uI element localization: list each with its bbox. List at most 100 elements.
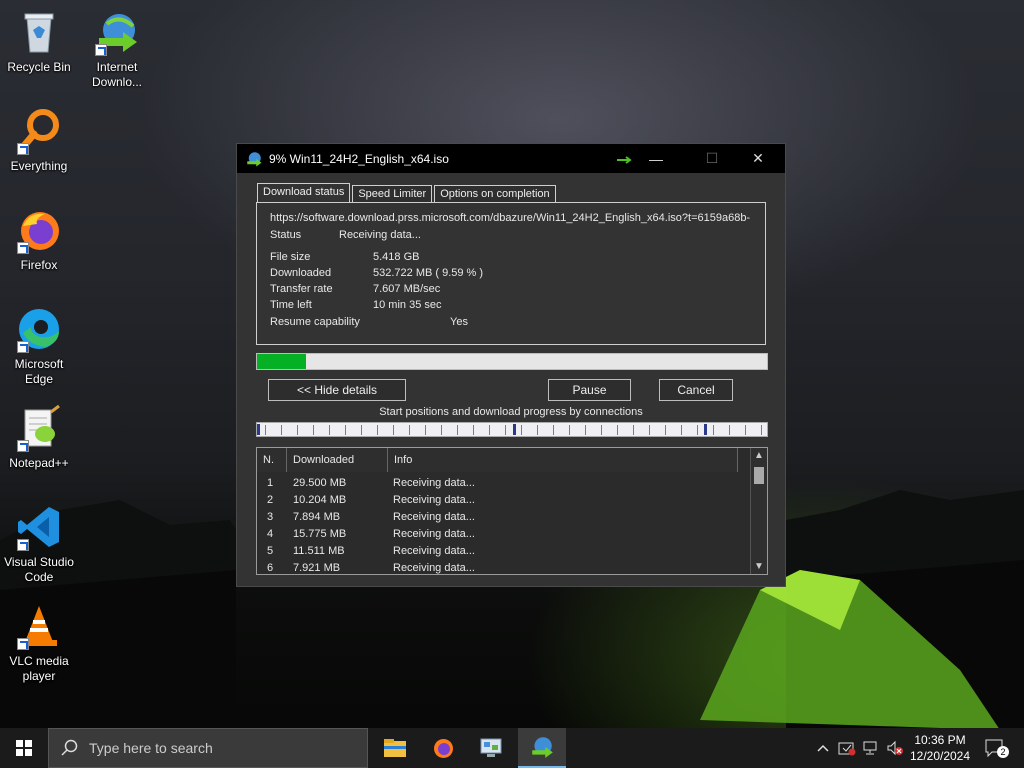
- transfer-rate-row: Transfer rate 7.607 MB/sec: [270, 283, 440, 295]
- desktop-icon-vscode[interactable]: Visual Studio Code: [0, 503, 78, 585]
- control-panel-icon: [480, 738, 502, 757]
- internet-download-manager-icon: [532, 737, 553, 758]
- clock-date: 12/20/2024: [909, 749, 971, 763]
- search-icon: [61, 739, 78, 756]
- connection-info: Receiving data...: [393, 562, 475, 574]
- desktop-icon-label: Everything: [10, 159, 68, 173]
- desktop-icon-everything[interactable]: Everything: [0, 107, 78, 174]
- table-row[interactable]: 1 29.500 MB Receiving data...: [257, 475, 750, 492]
- column-header-info[interactable]: Info: [388, 448, 738, 472]
- idm-app-icon: [247, 151, 262, 166]
- connection-number: 1: [267, 477, 274, 489]
- notification-count: 2: [997, 746, 1009, 758]
- transfer-rate-value: 7.607 MB/sec: [373, 283, 441, 295]
- connection-segment: [713, 425, 714, 435]
- desktop-icon-vlc[interactable]: VLC media player: [0, 602, 78, 684]
- desktop-icon-notepadpp[interactable]: Notepad++: [0, 404, 78, 471]
- dialog-titlebar[interactable]: 9% Win11_24H2_English_x64.iso — ☐ ✕: [237, 144, 785, 173]
- file-size-row: File size 5.418 GB: [270, 251, 419, 263]
- security-icon: [838, 742, 856, 756]
- connection-segment: [665, 425, 666, 435]
- connection-downloaded: 10.204 MB: [293, 494, 347, 506]
- desktop-icon-recycle-bin[interactable]: Recycle Bin: [0, 8, 78, 75]
- file-size-value: 5.418 GB: [373, 251, 420, 263]
- connection-number: 5: [267, 545, 274, 557]
- column-header-number[interactable]: N.: [257, 448, 287, 472]
- table-row[interactable]: 2 10.204 MB Receiving data...: [257, 492, 750, 509]
- connection-segment: [457, 425, 458, 435]
- taskbar-file-explorer[interactable]: [371, 728, 419, 768]
- file-size-label: File size: [270, 251, 311, 263]
- taskbar-internet-download-manager[interactable]: [518, 728, 566, 768]
- tab-options-on-completion[interactable]: Options on completion: [434, 185, 556, 203]
- hide-details-button[interactable]: << Hide details: [268, 379, 406, 401]
- taskbar-search-box[interactable]: Type here to search: [48, 728, 368, 768]
- taskbar-clock[interactable]: 10:36 PM 12/20/2024: [900, 732, 980, 764]
- taskbar-firefox[interactable]: [419, 728, 467, 768]
- status-label: Status: [270, 229, 302, 241]
- connection-downloaded: 15.775 MB: [293, 528, 347, 540]
- shortcut-arrow-icon: [17, 341, 29, 353]
- desktop-icon-firefox[interactable]: Firefox: [0, 206, 78, 273]
- connection-downloaded: 11.511 MB: [293, 545, 345, 557]
- taskbar-control-panel[interactable]: [467, 728, 515, 768]
- connection-segment: [297, 425, 298, 435]
- time-left-value: 10 min 35 sec: [373, 299, 442, 311]
- status-row: Status Receiving data...: [270, 229, 421, 241]
- chevron-up-icon: [817, 744, 829, 752]
- scroll-down-icon[interactable]: ▼: [751, 561, 767, 572]
- connections-table: N. Downloaded Info 1 29.500 MB Receiving d…: [256, 447, 768, 575]
- table-row[interactable]: 5 11.511 MB Receiving data...: [257, 543, 750, 560]
- connection-progress-mark: [513, 424, 516, 435]
- minimize-button[interactable]: —: [633, 144, 679, 173]
- maximize-icon: ☐: [705, 150, 719, 166]
- resume-label: Resume capability: [270, 316, 360, 328]
- tray-network[interactable]: [860, 728, 882, 768]
- scroll-up-icon[interactable]: ▲: [751, 450, 767, 461]
- desktop-icon-label: Firefox: [20, 258, 58, 272]
- connection-segment: [361, 425, 362, 435]
- column-header-downloaded[interactable]: Downloaded: [287, 448, 388, 472]
- connection-segment: [505, 425, 506, 435]
- downloaded-row: Downloaded 532.722 MB ( 9.59 % ): [270, 267, 483, 279]
- action-center-button[interactable]: 2: [982, 728, 1009, 768]
- desktop-icon-edge[interactable]: Microsoft Edge: [0, 305, 78, 387]
- tab-speed-limiter[interactable]: Speed Limiter: [352, 185, 433, 203]
- shortcut-arrow-icon: [17, 440, 29, 452]
- connection-segment: [489, 425, 490, 435]
- search-placeholder: Type here to search: [89, 740, 213, 756]
- desktop-icon-idm[interactable]: Internet Downlo...: [78, 8, 156, 90]
- tray-security[interactable]: [836, 728, 858, 768]
- cancel-button[interactable]: Cancel: [659, 379, 733, 401]
- download-progress-dialog: 9% Win11_24H2_English_x64.iso — ☐ ✕ Down…: [236, 143, 786, 587]
- resume-row: Resume capability Yes: [270, 316, 468, 328]
- connection-segment: [441, 425, 442, 435]
- desktop-icon-label: VLC media player: [9, 654, 69, 683]
- pause-button[interactable]: Pause: [548, 379, 631, 401]
- minimize-icon: —: [649, 150, 663, 167]
- dialog-tabs: Download status Speed Limiter Options on…: [257, 183, 558, 203]
- time-left-row: Time left 10 min 35 sec: [270, 299, 441, 311]
- transfer-rate-label: Transfer rate: [270, 283, 333, 295]
- connection-segment: [681, 425, 682, 435]
- table-row[interactable]: 6 7.921 MB Receiving data...: [257, 560, 750, 574]
- maximize-button[interactable]: ☐: [689, 144, 735, 173]
- tray-show-hidden[interactable]: [814, 728, 832, 768]
- connection-segment: [281, 425, 282, 435]
- download-status-panel: https://software.download.prss.microsoft…: [256, 202, 766, 345]
- table-row[interactable]: 3 7.894 MB Receiving data...: [257, 509, 750, 526]
- connection-segment: [409, 425, 410, 435]
- scrollbar-thumb[interactable]: [754, 467, 764, 484]
- table-scrollbar[interactable]: ▲ ▼: [750, 448, 767, 574]
- connection-info: Receiving data...: [393, 511, 475, 523]
- connection-segment: [265, 425, 266, 435]
- connection-segment: [745, 425, 746, 435]
- download-url: https://software.download.prss.microsoft…: [270, 212, 751, 224]
- table-row[interactable]: 4 15.775 MB Receiving data...: [257, 526, 750, 543]
- downloaded-label: Downloaded: [270, 267, 332, 279]
- tab-download-status[interactable]: Download status: [257, 183, 351, 203]
- connection-number: 4: [267, 528, 274, 540]
- start-button[interactable]: [0, 728, 48, 768]
- close-button[interactable]: ✕: [735, 144, 781, 173]
- connection-info: Receiving data...: [393, 528, 475, 540]
